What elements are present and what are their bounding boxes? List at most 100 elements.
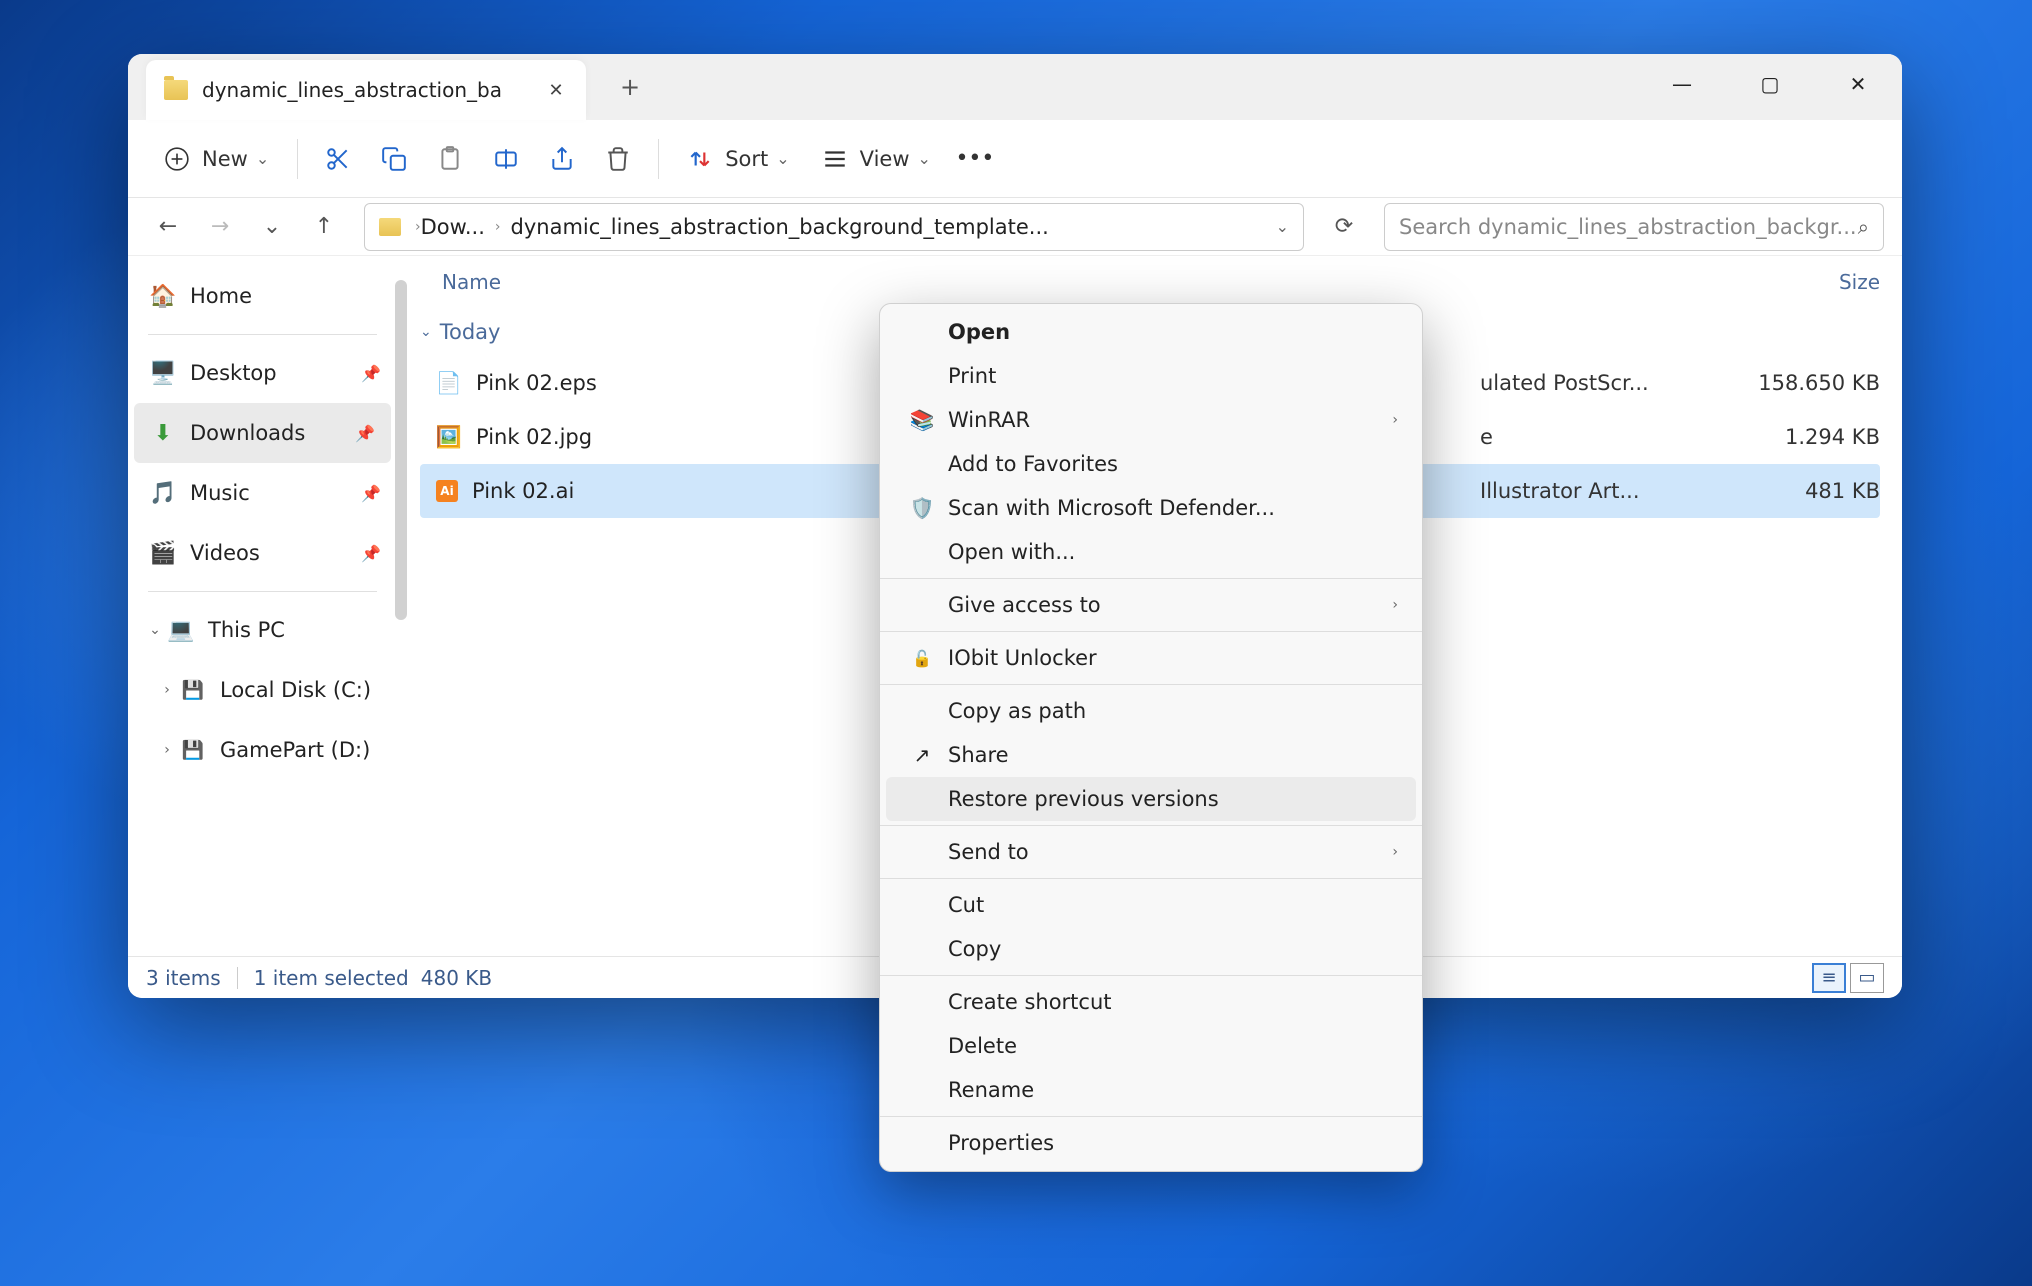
- close-button[interactable]: ✕: [1814, 54, 1902, 114]
- breadcrumb-seg[interactable]: Dow...: [421, 215, 485, 239]
- sidebar-downloads[interactable]: ⬇ Downloads 📌: [134, 403, 391, 463]
- ctx-delete[interactable]: Delete: [886, 1024, 1416, 1068]
- tab-close-button[interactable]: ✕: [544, 78, 568, 102]
- toolbar: New ⌄ Sort ⌄ View ⌄ •••: [128, 120, 1902, 198]
- sidebar-home[interactable]: 🏠 Home: [128, 266, 397, 326]
- ctx-create-shortcut[interactable]: Create shortcut: [886, 980, 1416, 1024]
- pin-icon: 📌: [361, 544, 381, 563]
- navbar: ← → ⌄ ↑ › Dow... › dynamic_lines_abstrac…: [128, 198, 1902, 256]
- sidebar-thispc[interactable]: ⌄ 💻 This PC: [128, 600, 397, 660]
- sidebar-desktop[interactable]: 🖥️ Desktop 📌: [128, 343, 397, 403]
- chevron-right-icon: ›: [1392, 844, 1398, 860]
- sidebar: 🏠 Home 🖥️ Desktop 📌 ⬇ Downloads 📌 🎵 Musi…: [128, 256, 398, 956]
- copy-button[interactable]: [366, 146, 422, 172]
- address-bar[interactable]: › Dow... › dynamic_lines_abstraction_bac…: [364, 203, 1304, 251]
- chevron-down-icon[interactable]: ⌄: [1276, 217, 1289, 236]
- column-headers: Name Size: [398, 256, 1902, 308]
- share-button[interactable]: [534, 146, 590, 172]
- disk-icon: 💾: [180, 677, 206, 703]
- scissors-icon: [325, 146, 351, 172]
- folder-icon: [164, 80, 188, 100]
- ctx-open-with[interactable]: Open with...: [886, 530, 1416, 574]
- status-size: 480 KB: [421, 966, 492, 990]
- new-tab-button[interactable]: +: [610, 67, 650, 107]
- ctx-share[interactable]: ↗Share: [886, 733, 1416, 777]
- shield-icon: 🛡️: [906, 496, 938, 520]
- ctx-print[interactable]: Print: [886, 354, 1416, 398]
- unlock-icon: 🔓: [906, 649, 938, 668]
- ctx-copy[interactable]: Copy: [886, 927, 1416, 971]
- icons-view-button[interactable]: ▭: [1850, 963, 1884, 993]
- sidebar-gamepart[interactable]: › 💾 GamePart (D:): [128, 720, 397, 780]
- video-icon: 🎬: [150, 540, 176, 566]
- tab-current[interactable]: dynamic_lines_abstraction_ba ✕: [146, 60, 586, 120]
- view-toggle: ≡ ▭: [1812, 963, 1884, 993]
- search-icon: ⌕: [1858, 215, 1869, 239]
- chevron-down-icon: ⌄: [776, 149, 789, 168]
- pin-icon: 📌: [355, 424, 375, 443]
- refresh-button[interactable]: ⟳: [1322, 205, 1366, 249]
- sidebar-videos[interactable]: 🎬 Videos 📌: [128, 523, 397, 583]
- search-input[interactable]: Search dynamic_lines_abstraction_backgr.…: [1384, 203, 1884, 251]
- chevron-right-icon[interactable]: ›: [156, 742, 178, 758]
- sort-icon: [687, 146, 713, 172]
- recent-button[interactable]: ⌄: [250, 205, 294, 249]
- ctx-iobit[interactable]: 🔓IObit Unlocker: [886, 636, 1416, 680]
- music-icon: 🎵: [150, 480, 176, 506]
- ctx-rename[interactable]: Rename: [886, 1068, 1416, 1112]
- eps-icon: 📄: [436, 370, 462, 396]
- status-count: 3 items: [146, 966, 221, 990]
- ctx-give-access[interactable]: Give access to›: [886, 583, 1416, 627]
- sidebar-music[interactable]: 🎵 Music 📌: [128, 463, 397, 523]
- chevron-down-icon[interactable]: ⌄: [144, 622, 166, 638]
- ctx-winrar[interactable]: 📚WinRAR›: [886, 398, 1416, 442]
- back-button[interactable]: ←: [146, 205, 190, 249]
- breadcrumb-seg[interactable]: dynamic_lines_abstraction_background_tem…: [511, 215, 1049, 239]
- chevron-right-icon: ›: [495, 219, 501, 235]
- ctx-add-favorites[interactable]: Add to Favorites: [886, 442, 1416, 486]
- up-button[interactable]: ↑: [302, 205, 346, 249]
- ai-icon: Ai: [436, 480, 458, 502]
- ctx-cut[interactable]: Cut: [886, 883, 1416, 927]
- ctx-scan-defender[interactable]: 🛡️Scan with Microsoft Defender...: [886, 486, 1416, 530]
- new-button[interactable]: New ⌄: [148, 135, 285, 183]
- sidebar-localc[interactable]: › 💾 Local Disk (C:): [128, 660, 397, 720]
- chevron-down-icon: ⌄: [918, 149, 931, 168]
- ctx-copy-as-path[interactable]: Copy as path: [886, 689, 1416, 733]
- delete-button[interactable]: [590, 146, 646, 172]
- chevron-down-icon: ⌄: [256, 149, 269, 168]
- ctx-properties[interactable]: Properties: [886, 1121, 1416, 1165]
- download-icon: ⬇: [150, 420, 176, 446]
- paste-button[interactable]: [422, 146, 478, 172]
- ctx-restore-versions[interactable]: Restore previous versions: [886, 777, 1416, 821]
- details-view-button[interactable]: ≡: [1812, 963, 1846, 993]
- share-icon: [549, 146, 575, 172]
- copy-icon: [381, 146, 407, 172]
- view-button[interactable]: View ⌄: [806, 135, 947, 183]
- rename-icon: [493, 146, 519, 172]
- disk-icon: 💾: [180, 737, 206, 763]
- forward-button[interactable]: →: [198, 205, 242, 249]
- maximize-button[interactable]: ▢: [1726, 54, 1814, 114]
- context-menu: Open Print 📚WinRAR› Add to Favorites 🛡️S…: [879, 303, 1423, 1172]
- trash-icon: [605, 146, 631, 172]
- rename-button[interactable]: [478, 146, 534, 172]
- col-size[interactable]: Size: [1740, 270, 1880, 294]
- share-icon: ↗: [906, 743, 938, 767]
- clipboard-icon: [437, 146, 463, 172]
- ctx-send-to[interactable]: Send to›: [886, 830, 1416, 874]
- chevron-right-icon[interactable]: ›: [156, 682, 178, 698]
- cut-button[interactable]: [310, 146, 366, 172]
- minimize-button[interactable]: —: [1638, 54, 1726, 114]
- list-icon: [822, 146, 848, 172]
- titlebar: dynamic_lines_abstraction_ba ✕ + — ▢ ✕: [128, 54, 1902, 120]
- ctx-open[interactable]: Open: [886, 310, 1416, 354]
- home-icon: 🏠: [150, 283, 176, 309]
- sort-button[interactable]: Sort ⌄: [671, 135, 805, 183]
- col-name[interactable]: Name: [420, 270, 970, 294]
- chevron-right-icon: ›: [1392, 412, 1398, 428]
- winrar-icon: 📚: [906, 408, 938, 432]
- window-controls: — ▢ ✕: [1638, 54, 1902, 114]
- plus-circle-icon: [164, 146, 190, 172]
- more-button[interactable]: •••: [947, 146, 1003, 171]
